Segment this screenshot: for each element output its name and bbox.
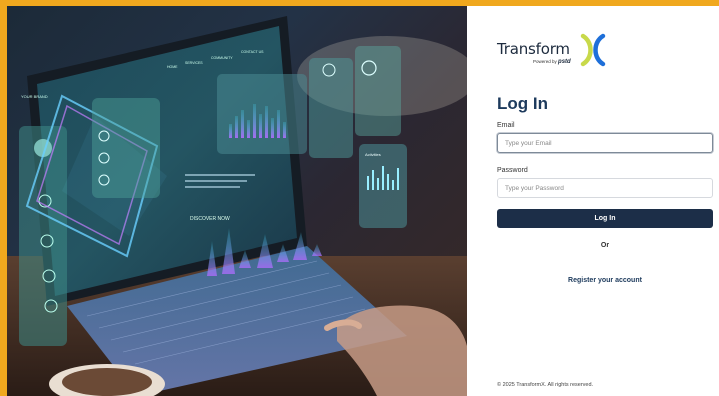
- login-panel: Transform Powered by pstd Log In Email T…: [467, 6, 719, 396]
- hero-image: YOUR BRAND HOME SERVICES COMMUNITY CONTA…: [7, 6, 467, 396]
- page-title: Log In: [497, 94, 548, 113]
- or-divider: Or: [600, 242, 610, 249]
- hero-nav-services: SERVICES: [185, 61, 203, 65]
- brand-powered-by: Powered by pstd: [533, 59, 571, 65]
- register-link[interactable]: Register your account: [497, 277, 713, 284]
- email-field[interactable]: Type your Email: [497, 133, 713, 153]
- email-label: Email: [497, 122, 515, 129]
- activities-title: Activities: [365, 152, 381, 157]
- login-button[interactable]: Log In: [497, 209, 713, 228]
- hero-nav-contact: CONTACT US: [241, 50, 264, 54]
- x-logo-icon: [580, 33, 606, 67]
- password-field[interactable]: Type your Password: [497, 178, 713, 198]
- footer-copyright: © 2025 TransformX. All rights reserved.: [497, 382, 594, 388]
- laptop-hologram-illustration: YOUR BRAND HOME SERVICES COMMUNITY CONTA…: [7, 16, 467, 396]
- hero-brand: YOUR BRAND: [21, 94, 48, 99]
- brand-logo: Transform Powered by pstd: [497, 32, 617, 74]
- brand-name: Transform: [497, 40, 570, 58]
- hero-nav-home: HOME: [167, 65, 178, 69]
- hero-discover: DISCOVER NOW: [190, 216, 230, 222]
- password-label: Password: [497, 167, 528, 174]
- hero-nav-community: COMMUNITY: [211, 56, 233, 60]
